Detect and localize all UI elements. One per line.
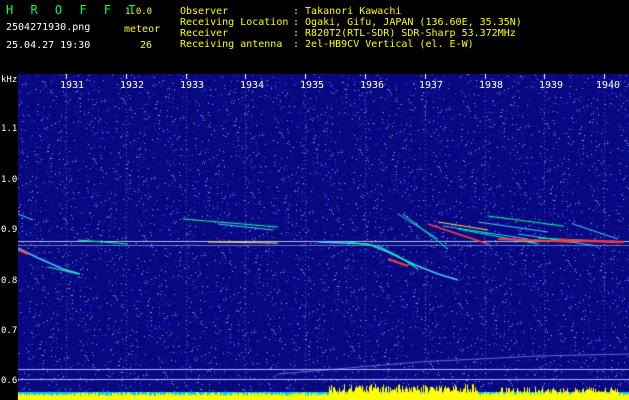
x-tick-label: 1933 — [180, 80, 205, 91]
y-tick-label: 0.8 — [1, 276, 18, 286]
header-panel: H R O F F T 1.0.0 2504271930.png 25.04.2… — [0, 0, 629, 74]
filename-label: 2504271930.png — [6, 22, 91, 33]
meteor-label: meteor — [124, 24, 161, 35]
x-tick-label: 1936 — [360, 80, 385, 91]
app-version: 1.0.0 — [125, 7, 153, 17]
app-logo: H R O F F T — [6, 3, 141, 17]
meteor-count: 26 — [140, 40, 153, 51]
y-tick-label: 0.7 — [1, 326, 18, 336]
y-tick-label: 1.0 — [1, 175, 18, 185]
y-tick-label: 1.1 — [1, 124, 18, 134]
antenna-value: : 2el-HB9CV Vertical (el. E-W) — [293, 39, 474, 50]
y-tick-label: 0.6 — [1, 376, 18, 386]
x-tick-label: 1938 — [479, 80, 504, 91]
y-tick-label: 0.9 — [1, 225, 18, 235]
x-tick-label: 1935 — [300, 80, 325, 91]
x-tick-label: 1937 — [419, 80, 444, 91]
datetime-label: 25.04.27 19:30 — [6, 40, 91, 51]
x-tick-label: 1931 — [60, 80, 85, 91]
spectrogram-canvas — [18, 74, 629, 400]
x-tick-label: 1939 — [539, 80, 564, 91]
x-tick-label: 1940 — [596, 80, 621, 91]
x-tick-label: 1934 — [240, 80, 265, 91]
x-tick-label: 1932 — [120, 80, 145, 91]
y-unit-label: kHz — [1, 75, 18, 85]
antenna-label: Receiving antenna — [180, 39, 283, 50]
